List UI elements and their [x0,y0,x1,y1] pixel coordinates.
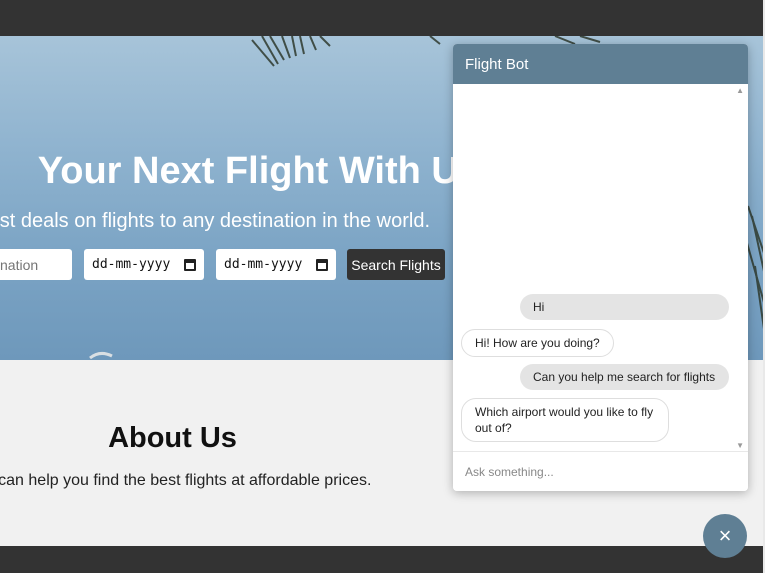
bot-message: Hi! How are you doing? [461,329,614,357]
user-message: Hi [520,294,729,320]
scroll-down-arrow-icon[interactable]: ▼ [736,441,744,450]
hero-title: Your Next Flight With Us [37,150,480,192]
scroll-up-arrow-icon[interactable]: ▲ [736,86,744,95]
close-chat-button[interactable]: × [703,514,747,558]
about-title: About Us [108,422,237,454]
about-text: We can help you find the best flights at… [0,472,372,489]
chat-messages[interactable]: ▲ Hi Hi! How are you doing? Can you help… [453,84,748,450]
search-flights-button[interactable]: Search Flights [347,249,445,280]
chat-input[interactable] [453,451,748,491]
calendar-icon[interactable] [316,258,328,271]
return-date-input[interactable]: dd-mm-yyyy [216,249,336,280]
destination-input[interactable] [0,249,72,280]
departure-date-value: dd-mm-yyyy [92,257,171,272]
chatbot-title: Flight Bot [465,56,529,73]
departure-date-input[interactable]: dd-mm-yyyy [84,249,204,280]
hero-subtitle: best deals on flights to any destination… [0,210,430,232]
footer [0,546,765,573]
top-navbar [0,0,765,36]
calendar-icon[interactable] [184,258,196,271]
bot-message: Which airport would you like to fly out … [461,398,669,442]
return-date-value: dd-mm-yyyy [224,257,303,272]
user-message: Can you help me search for flights [520,364,729,390]
chatbot-window: Flight Bot ▲ Hi Hi! How are you doing? C… [453,44,748,491]
chatbot-header: Flight Bot [453,44,748,84]
close-icon: × [718,523,732,548]
